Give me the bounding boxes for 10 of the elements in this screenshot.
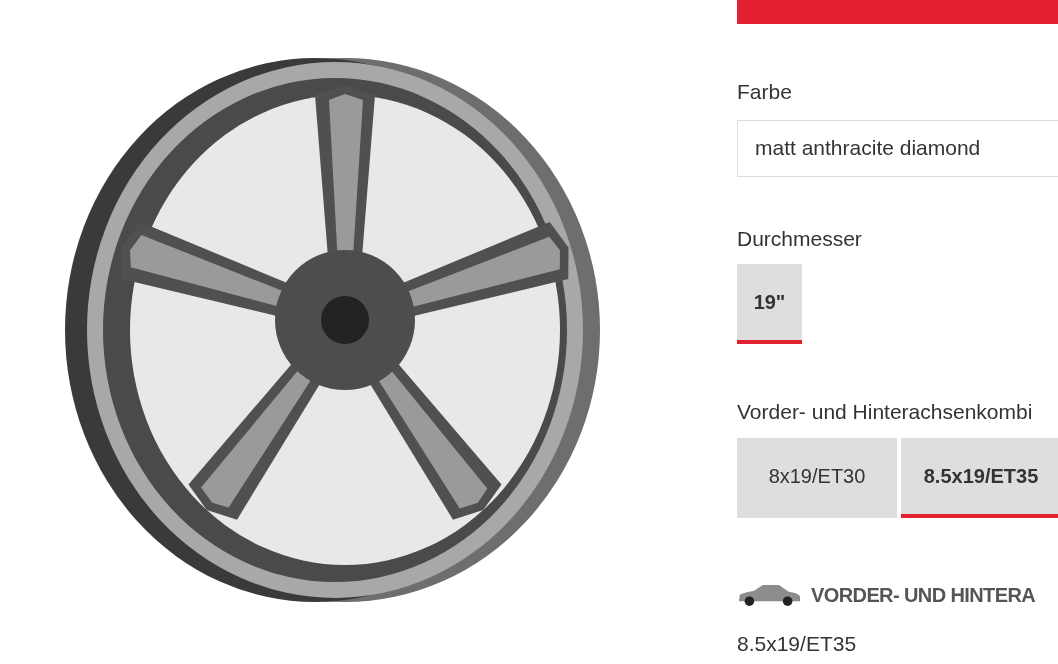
summary-heading: VORDER- UND HINTERA [811,582,1036,608]
color-field[interactable]: matt anthracite diamond [737,119,1058,177]
summary-value: 8.5x19/ET35 [737,630,858,657]
option-button[interactable]: 8.5x19/ET35 [901,437,1058,518]
diameter-label: Durchmesser [737,225,863,252]
option-button[interactable]: 19" [737,264,802,344]
color-label: Farbe [737,79,793,105]
combination-label: Vorder- und Hinterachsenkombi [737,399,1034,425]
car-icon [737,582,801,607]
option-button[interactable]: 8x19/ET30 [737,437,897,518]
